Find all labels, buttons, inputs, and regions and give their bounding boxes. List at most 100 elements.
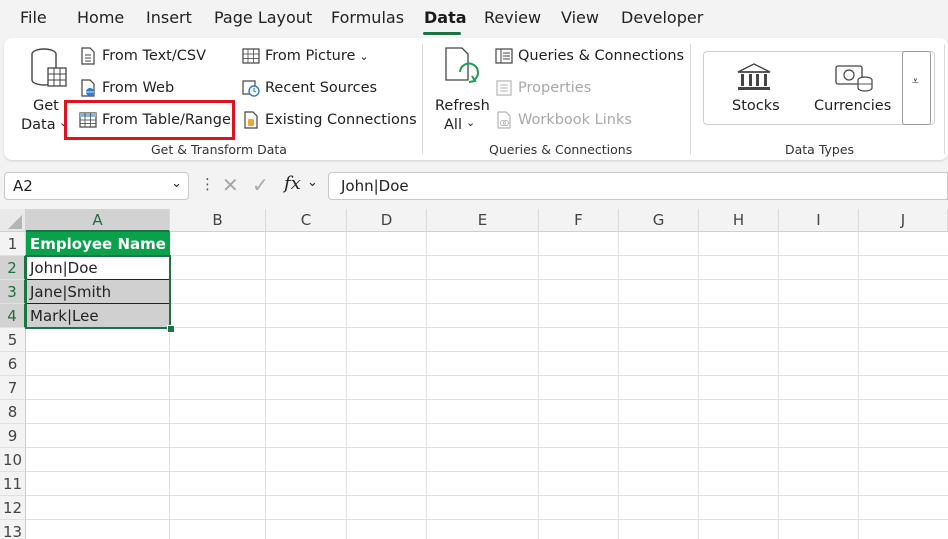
queries-connections-button[interactable]: Queries & Connections <box>495 47 684 65</box>
worksheet-grid[interactable]: A B C D E F G H I J 1 2 3 4 5 6 7 8 9 10… <box>0 209 948 539</box>
existing-connections-label: Existing Connections <box>265 112 417 128</box>
fill-handle[interactable] <box>167 325 175 333</box>
menu-data[interactable]: Data <box>424 8 467 27</box>
menu-formulas[interactable]: Formulas <box>331 8 404 27</box>
column-header-g[interactable]: G <box>619 209 699 232</box>
data-types-group-label: Data Types <box>785 142 855 157</box>
database-icon <box>31 48 67 87</box>
from-picture-label: From Picture <box>265 48 356 64</box>
link-icon <box>497 111 511 129</box>
properties-button[interactable]: Properties <box>495 79 591 97</box>
from-text-csv-label: From Text/CSV <box>102 48 206 64</box>
gridline <box>26 471 948 472</box>
currencies-button[interactable]: Currencies <box>810 60 900 120</box>
column-header-a[interactable]: A <box>26 209 170 232</box>
row-header-11[interactable]: 11 <box>0 472 26 496</box>
menu-developer[interactable]: Developer <box>621 8 703 27</box>
currencies-icon <box>835 65 873 92</box>
name-box[interactable]: A2 ⌄ <box>4 172 189 200</box>
stocks-button[interactable]: Stocks <box>714 60 794 120</box>
existing-connections-button[interactable]: Existing Connections <box>242 111 417 129</box>
row-header-8[interactable]: 8 <box>0 400 26 424</box>
gridline <box>26 399 948 400</box>
row-header-1[interactable]: 1 <box>0 232 26 256</box>
row-header-5[interactable]: 5 <box>0 328 26 352</box>
row-header-2[interactable]: 2 <box>0 256 26 280</box>
refresh-label-2: All <box>444 117 462 133</box>
currencies-label: Currencies <box>814 98 892 114</box>
formula-content: John|Doe <box>341 177 409 195</box>
get-data-label-2: Data <box>21 117 56 133</box>
column-header-j[interactable]: J <box>859 209 948 232</box>
column-header-h[interactable]: H <box>699 209 779 232</box>
gridline <box>26 519 948 520</box>
formula-bar-grip-icon: ⋮ <box>200 175 215 193</box>
refresh-icon <box>445 47 479 83</box>
row-header-13[interactable]: 13 <box>0 520 26 539</box>
queries-group-label: Queries & Connections <box>489 142 633 157</box>
column-header-b[interactable]: B <box>170 209 266 232</box>
workbook-links-label: Workbook Links <box>518 112 632 128</box>
name-box-value: A2 <box>13 177 33 195</box>
row-header-4[interactable]: 4 <box>0 304 26 328</box>
get-transform-group-label: Get & Transform Data <box>151 142 287 157</box>
chevron-down-icon: ⌄ <box>359 49 369 63</box>
data-types-gallery: Stocks Currencies <box>703 51 935 125</box>
column-header-d[interactable]: D <box>347 209 427 232</box>
cell-a1-header[interactable]: Employee Name <box>26 232 170 256</box>
gridline <box>26 375 948 376</box>
chevron-down-icon[interactable]: ⌄ <box>171 176 182 191</box>
menu-file[interactable]: File <box>20 8 47 27</box>
gridline <box>26 495 948 496</box>
properties-icon <box>496 80 512 96</box>
web-file-icon <box>81 79 95 97</box>
row-header-6[interactable]: 6 <box>0 352 26 376</box>
row-header-12[interactable]: 12 <box>0 496 26 520</box>
chevron-down-icon[interactable]: ⌄ <box>307 175 318 190</box>
enter-icon[interactable]: ✓ <box>252 173 269 197</box>
column-header-e[interactable]: E <box>427 209 539 232</box>
column-header-c[interactable]: C <box>266 209 347 232</box>
from-text-csv-button[interactable]: From Text/CSV <box>79 47 206 65</box>
menu-insert[interactable]: Insert <box>146 8 192 27</box>
gallery-expand-button[interactable]: ⩡ <box>902 51 931 125</box>
gridline <box>26 447 948 448</box>
picture-table-icon <box>242 48 260 64</box>
from-web-button[interactable]: From Web <box>79 79 174 97</box>
highlight-box <box>64 100 235 140</box>
column-header-f[interactable]: F <box>539 209 619 232</box>
row-header-3[interactable]: 3 <box>0 280 26 304</box>
formula-input[interactable]: John|Doe <box>328 172 948 200</box>
column-header-i[interactable]: I <box>779 209 859 232</box>
recent-sources-button[interactable]: Recent Sources <box>242 79 377 97</box>
recent-sources-icon <box>242 80 260 97</box>
text-file-icon <box>81 47 95 65</box>
group-separator <box>944 44 945 154</box>
row-header-9[interactable]: 9 <box>0 424 26 448</box>
stocks-icon <box>737 63 771 90</box>
from-web-label: From Web <box>102 80 175 96</box>
from-picture-button[interactable]: From Picture ⌄ <box>242 47 369 65</box>
row-header-7[interactable]: 7 <box>0 376 26 400</box>
workbook-links-button[interactable]: Workbook Links <box>495 111 632 129</box>
gallery-expand-icon: ⩡ <box>912 74 919 88</box>
menu-page-layout[interactable]: Page Layout <box>214 8 312 27</box>
select-all-button[interactable] <box>0 209 26 232</box>
select-all-triangle-icon <box>8 215 22 229</box>
menu-home[interactable]: Home <box>77 8 124 27</box>
menu-review[interactable]: Review <box>484 8 541 27</box>
get-data-label-1: Get <box>33 98 59 114</box>
refresh-label-1: Refresh <box>435 98 490 114</box>
row-header-10[interactable]: 10 <box>0 448 26 472</box>
cancel-icon[interactable]: ✕ <box>222 173 239 197</box>
existing-connections-icon <box>244 111 258 129</box>
group-separator <box>422 44 423 154</box>
active-tab-indicator <box>423 32 461 35</box>
refresh-all-button[interactable]: Refresh All ⌄ <box>430 46 490 133</box>
menu-view[interactable]: View <box>561 8 599 27</box>
queries-connections-label: Queries & Connections <box>518 48 685 64</box>
stocks-label: Stocks <box>732 98 780 114</box>
insert-function-button[interactable]: fx <box>284 173 301 194</box>
gridline <box>26 351 948 352</box>
queries-connections-icon <box>495 48 513 64</box>
